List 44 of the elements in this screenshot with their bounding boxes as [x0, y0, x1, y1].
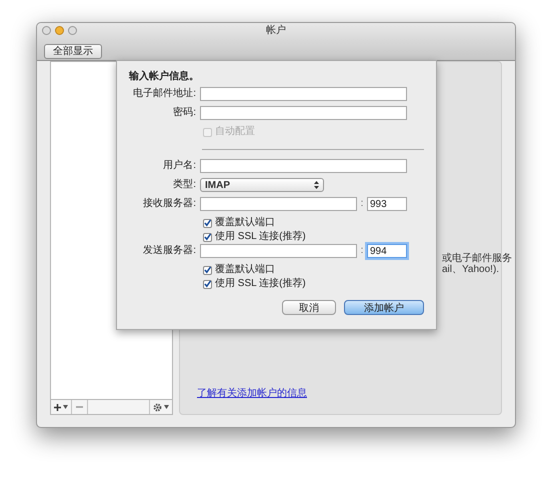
action-menu-button[interactable]	[149, 400, 172, 414]
checkbox-label: 使用 SSL 连接(推荐)	[215, 231, 306, 243]
port-field[interactable]: 993	[367, 197, 407, 211]
checkbox[interactable]	[203, 218, 212, 228]
text-field[interactable]	[200, 87, 407, 101]
stepper-arrows-icon	[314, 181, 319, 189]
server-field[interactable]	[200, 197, 357, 211]
info-link[interactable]: 了解有关添加帐户的信息	[197, 386, 307, 401]
background-text: ail、Yahoo!).	[442, 263, 500, 277]
checkbox-label: 覆盖默认端口	[215, 264, 275, 276]
sheet-heading: 输入帐户信息。	[129, 69, 200, 84]
minus-icon	[76, 406, 83, 408]
close-button[interactable]	[42, 26, 51, 35]
port-separator: :	[360, 244, 364, 258]
window-title: 帐户	[266, 24, 286, 38]
zoom-button[interactable]	[68, 26, 77, 35]
show-all-button[interactable]: 全部显示	[44, 44, 102, 59]
text-field[interactable]	[200, 159, 407, 173]
cancel-button[interactable]: 取消	[282, 300, 336, 315]
plus-icon	[54, 404, 61, 410]
port-separator: :	[360, 197, 364, 211]
text-field[interactable]	[200, 106, 407, 120]
field-label: 接收服务器:	[142, 197, 197, 211]
checkbox[interactable]	[203, 232, 212, 242]
caret-icon	[63, 405, 68, 409]
port-field[interactable]: 994	[367, 244, 407, 258]
type-popup[interactable]: IMAP	[200, 178, 324, 192]
checkbox[interactable]	[203, 280, 212, 288]
field-label: 发送服务器:	[142, 244, 197, 258]
minimize-button[interactable]	[55, 26, 64, 35]
checkbox[interactable]	[203, 266, 212, 274]
server-field[interactable]	[200, 244, 357, 258]
field-label: 密码:	[172, 106, 197, 120]
checkbox-label: 覆盖默认端口	[215, 217, 275, 229]
checkbox-label: 使用 SSL 连接(推荐)	[215, 278, 306, 290]
gear-icon	[153, 402, 162, 412]
background-text: 或电子邮件服务	[442, 252, 512, 264]
field-label: 电子邮件地址:	[132, 87, 197, 101]
add-account-button[interactable]: 添加帐户	[344, 300, 424, 315]
field-label: 类型:	[172, 178, 197, 192]
checkbox-label: 自动配置	[215, 126, 255, 138]
add-menu-button[interactable]	[51, 400, 72, 414]
caret-icon	[164, 405, 169, 409]
field-label: 用户名:	[162, 159, 197, 173]
